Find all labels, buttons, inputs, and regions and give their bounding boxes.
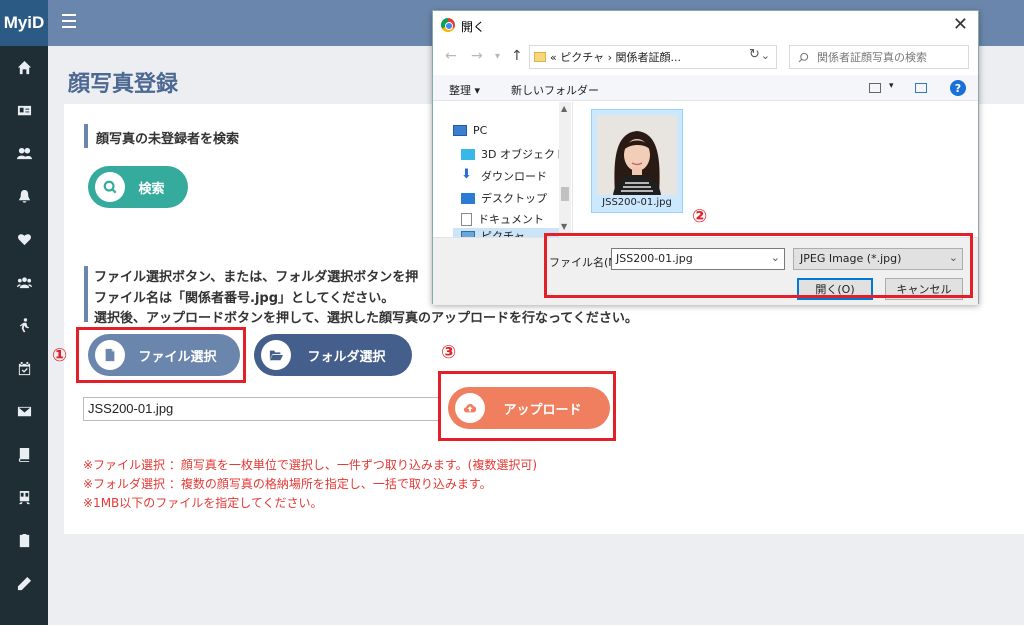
address-bar[interactable]: « ピクチャ › 関係者証顔... ⌄ <box>529 45 777 69</box>
chevron-down-icon[interactable]: ⌄ <box>761 49 770 62</box>
instruction-line: 選択後、アップロードボタンを押して、選択した顔写真のアップロードを行なってくださ… <box>94 311 638 326</box>
view-chevron-icon[interactable]: ▾ <box>889 81 894 91</box>
menu-icon[interactable] <box>62 14 76 30</box>
instruction-line: ファイル名は「関係者番号.jpg」としてください。 <box>94 291 395 306</box>
computer-icon <box>453 125 467 136</box>
highlight-box-3 <box>438 371 616 441</box>
folder-select-button[interactable]: フォルダ選択 <box>254 334 412 376</box>
nav-item-label: デスクトップ <box>481 192 547 205</box>
clipboard-icon[interactable] <box>0 519 48 562</box>
address-row: ← → ▾ ↑ « ピクチャ › 関係者証顔... ⌄ ↻ 関係者証顔写真の検索 <box>433 43 978 71</box>
search-placeholder: 関係者証顔写真の検索 <box>817 51 927 64</box>
section-accent-bar <box>84 266 88 322</box>
sidebar: MyiD <box>0 0 48 625</box>
pencil-icon[interactable] <box>0 562 48 605</box>
folder-icon <box>534 52 546 62</box>
back-arrow-icon[interactable]: ← <box>445 48 457 64</box>
marker-1: ① <box>52 345 68 366</box>
walking-icon[interactable] <box>0 304 48 347</box>
address-path: « ピクチャ › 関係者証顔... <box>550 51 681 64</box>
file-thumbnail[interactable]: JSS200-01.jpg <box>591 109 683 213</box>
note-line: ※フォルダ選択 ：複数の顔写真の格納場所を指定し、一括で取り込みます。 <box>83 477 492 491</box>
sidebar-nav <box>0 46 48 605</box>
book-icon[interactable] <box>0 433 48 476</box>
nav-item-downloads[interactable]: ⬇ ダウンロード <box>461 168 547 184</box>
up-arrow-icon[interactable]: ↑ <box>511 48 523 64</box>
selected-file-field[interactable]: JSS200-01.jpg <box>83 397 439 421</box>
download-icon: ⬇ <box>461 167 472 182</box>
recent-chevron-icon[interactable]: ▾ <box>495 51 500 62</box>
close-button[interactable]: ✕ <box>953 14 968 35</box>
command-bar: 整理 ▾ 新しいフォルダー ▾ ? <box>433 75 978 101</box>
calendar-check-icon[interactable] <box>0 347 48 390</box>
cube-icon <box>461 148 475 160</box>
note-line: ※1MB以下のファイルを指定してください。 <box>83 496 323 510</box>
folder-select-label: フォルダ選択 <box>307 349 386 365</box>
users-icon[interactable] <box>0 132 48 175</box>
help-icon[interactable]: ? <box>950 80 966 96</box>
nav-scrollbar[interactable]: ▲ ▼ <box>559 102 571 236</box>
train-icon[interactable] <box>0 476 48 519</box>
marker-2: ② <box>692 206 708 227</box>
chrome-icon <box>441 18 455 32</box>
portrait-photo <box>597 115 677 195</box>
scroll-down-icon[interactable]: ▼ <box>561 222 567 231</box>
dialog-title-bar: 開く ✕ <box>433 11 978 39</box>
forward-arrow-icon[interactable]: → <box>471 48 483 64</box>
nav-item-documents[interactable]: ドキュメント <box>461 211 544 227</box>
highlight-box-1 <box>76 327 246 383</box>
note-line: ※ファイル選択 ：顔写真を一枚単位で選択し、一件ずつ取り込みます。(複数選択可) <box>83 458 538 472</box>
page-title: 顔写真登録 <box>68 72 179 97</box>
navigation-pane: PC 3D オブジェクト ⬇ ダウンロード デスクトップ ドキュメント ピクチャ… <box>433 102 573 244</box>
search-section-title: 顔写真の未登録者を検索 <box>96 132 240 147</box>
view-options-icon[interactable] <box>869 83 881 93</box>
nav-item-label: 3D オブジェクト <box>481 148 566 161</box>
preview-pane-icon[interactable] <box>915 83 927 93</box>
search-icon <box>95 172 125 202</box>
search-button[interactable]: 検索 <box>88 166 188 208</box>
search-button-label: 検索 <box>138 181 165 197</box>
document-icon <box>461 212 472 226</box>
heartbeat-icon[interactable] <box>0 218 48 261</box>
bell-icon[interactable] <box>0 175 48 218</box>
instruction-line: ファイル選択ボタン、または、フォルダ選択ボタンを押 <box>94 270 419 285</box>
envelope-icon[interactable] <box>0 390 48 433</box>
home-icon[interactable] <box>0 46 48 89</box>
folder-open-icon <box>261 340 291 370</box>
new-folder-button[interactable]: 新しいフォルダー <box>511 82 599 98</box>
nav-item-pc[interactable]: PC <box>453 124 487 137</box>
highlight-box-2 <box>544 233 973 298</box>
nav-item-label: PC <box>473 124 488 137</box>
nav-item-3d-objects[interactable]: 3D オブジェクト <box>461 146 566 162</box>
nav-item-label: ドキュメント <box>478 213 544 226</box>
organize-button[interactable]: 整理 ▾ <box>449 82 480 98</box>
id-card-icon[interactable] <box>0 89 48 132</box>
scroll-up-icon[interactable]: ▲ <box>561 104 567 113</box>
app-logo[interactable]: MyiD <box>0 0 48 46</box>
thumbnail-filename: JSS200-01.jpg <box>602 197 672 208</box>
section-accent-bar <box>84 124 88 148</box>
dialog-title: 開く <box>461 20 486 34</box>
desktop-icon <box>461 192 475 204</box>
nav-item-desktop[interactable]: デスクトップ <box>461 190 547 206</box>
nav-item-label: ダウンロード <box>481 170 547 183</box>
search-icon <box>798 52 809 62</box>
scroll-thumb[interactable] <box>561 187 569 201</box>
dialog-search-input[interactable]: 関係者証顔写真の検索 <box>789 45 969 69</box>
marker-3: ③ <box>441 342 457 363</box>
group-icon[interactable] <box>0 261 48 304</box>
refresh-icon[interactable]: ↻ <box>749 47 760 62</box>
